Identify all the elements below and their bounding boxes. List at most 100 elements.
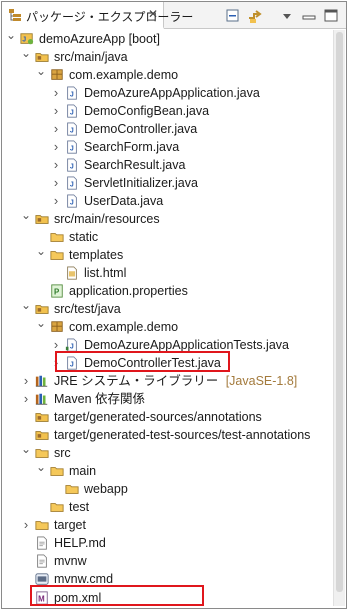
tree-item-label: SearchResult.java	[84, 158, 186, 172]
tree-item[interactable]: › J SearchForm.java	[2, 138, 332, 156]
expanded-arrow-icon[interactable]: ⌄	[21, 296, 31, 314]
tree-item[interactable]: ⌄ com.example.demo	[2, 316, 332, 336]
scrollbar-thumb[interactable]	[336, 32, 343, 592]
tree-item[interactable]: ⌄ com.example.demo	[2, 64, 332, 84]
collapse-all-icon[interactable]	[224, 7, 242, 25]
tree-item-label: src/test/java	[54, 302, 121, 316]
source-folder-icon	[35, 431, 49, 440]
package-icon	[51, 69, 63, 80]
tree-item[interactable]: ⌄ src/main/java	[2, 46, 332, 66]
collapsed-arrow-icon[interactable]: ›	[51, 84, 61, 102]
expanded-arrow-icon[interactable]: ⌄	[36, 314, 46, 332]
java-file-icon: J	[67, 158, 77, 172]
tree-item[interactable]: HELP.md	[2, 534, 332, 552]
text-file-icon	[37, 554, 47, 568]
tree-item[interactable]: list.html	[2, 264, 332, 282]
tree-item-label: DemoAzureAppApplication.java	[84, 86, 260, 100]
tree-item-label: DemoController.java	[84, 122, 198, 136]
close-icon[interactable]: ✕	[148, 7, 158, 21]
tree-item[interactable]: › J DemoConfigBean.java	[2, 102, 332, 120]
tree-item-label: src/main/resources	[54, 212, 160, 226]
expanded-arrow-icon[interactable]: ⌄	[21, 206, 31, 224]
folder-icon	[50, 467, 64, 476]
collapsed-arrow-icon[interactable]: ›	[21, 516, 31, 534]
view-menu-icon[interactable]	[278, 7, 296, 25]
java-file-icon: J	[67, 104, 77, 118]
tree-item[interactable]: ⌄ main	[2, 460, 332, 480]
expanded-arrow-icon[interactable]: ⌄	[6, 30, 16, 44]
tree-item[interactable]: › J DemoAzureAppApplication.java	[2, 84, 332, 102]
expanded-arrow-icon[interactable]: ⌄	[36, 458, 46, 476]
expanded-arrow-icon[interactable]: ⌄	[21, 440, 31, 458]
svg-text:J: J	[70, 344, 74, 351]
collapsed-arrow-icon[interactable]: ›	[21, 390, 31, 408]
tree-item[interactable]: ⌄ src/main/resources	[2, 208, 332, 228]
svg-text:J: J	[70, 200, 74, 207]
expanded-arrow-icon[interactable]: ⌄	[21, 44, 31, 62]
svg-text:J: J	[70, 92, 74, 99]
tree-item-label: DemoConfigBean.java	[84, 104, 210, 118]
library-icon	[35, 375, 48, 387]
tree-item-label: SearchForm.java	[84, 140, 180, 154]
tree-item-label: test	[69, 500, 90, 514]
expanded-arrow-icon[interactable]: ⌄	[36, 62, 46, 80]
tree-item-label: mvnw	[54, 554, 87, 568]
tree-item-label: list.html	[84, 266, 127, 280]
tree-item-label: webapp	[84, 482, 128, 496]
collapsed-arrow-icon[interactable]: ›	[21, 372, 31, 390]
tree-item-label: src/main/java	[54, 50, 128, 64]
tree-item[interactable]: › J SearchResult.java	[2, 156, 332, 174]
tree-item[interactable]: test	[2, 498, 332, 516]
tree-item[interactable]: ⌄ src	[2, 442, 332, 462]
library-icon	[35, 393, 48, 405]
tree-item[interactable]: › Maven 依存関係	[2, 390, 332, 408]
tree-item-label: HELP.md	[54, 536, 106, 550]
tree-item-label: target	[54, 518, 86, 532]
tree-item-label: com.example.demo	[69, 68, 179, 82]
tree-item-label: target/generated-test-sources/test-annot…	[54, 428, 311, 442]
minimize-icon[interactable]	[300, 7, 318, 25]
collapsed-arrow-icon[interactable]: ›	[51, 138, 61, 156]
link-with-editor-icon[interactable]	[247, 7, 265, 25]
java-file-icon: J	[67, 140, 77, 154]
collapsed-arrow-icon[interactable]: ›	[51, 102, 61, 120]
tree-item[interactable]: Papplication.properties	[2, 282, 332, 300]
tree-item[interactable]: ⌄ templates	[2, 244, 332, 264]
highlight-box	[55, 351, 230, 372]
vertical-scrollbar[interactable]	[333, 30, 345, 606]
java-file-icon: J	[67, 194, 77, 208]
tree-item[interactable]: › target	[2, 516, 332, 534]
tree-item[interactable]: static	[2, 228, 332, 246]
folder-icon	[65, 485, 79, 494]
folder-icon	[50, 233, 64, 242]
tree-item-label: ServletInitializer.java	[84, 176, 198, 190]
collapsed-arrow-icon[interactable]: ›	[51, 192, 61, 210]
svg-text:J: J	[70, 110, 74, 117]
tree-item[interactable]: › J UserData.java	[2, 192, 332, 210]
tree-item[interactable]: › JRE システム・ライブラリー [JavaSE-1.8]	[2, 372, 332, 390]
tree-item[interactable]: › J ServletInitializer.java	[2, 174, 332, 192]
tree-item-label: application.properties	[69, 284, 188, 298]
collapsed-arrow-icon[interactable]: ›	[51, 120, 61, 138]
tab-package-explorer[interactable]: パッケージ・エクスプローラー ✕	[2, 2, 193, 29]
tree-item[interactable]: target/generated-sources/annotations	[2, 408, 332, 426]
tree-item[interactable]: › J DemoController.java	[2, 120, 332, 138]
maximize-icon[interactable]	[322, 7, 340, 25]
source-folder-icon	[35, 215, 49, 224]
package-tree[interactable]: ⌄ JdemoAzureApp [boot] ⌄ src/main/java ⌄ com.…	[2, 30, 332, 606]
expanded-arrow-icon[interactable]: ⌄	[36, 242, 46, 260]
java-test-file-icon: J	[65, 338, 77, 352]
svg-text:P: P	[54, 288, 59, 297]
tree-item[interactable]: target/generated-test-sources/test-annot…	[2, 426, 332, 444]
tree-item[interactable]: ⌄ src/test/java	[2, 298, 332, 318]
tree-item[interactable]: webapp	[2, 480, 332, 498]
folder-icon	[50, 251, 64, 260]
source-folder-icon	[35, 413, 49, 422]
collapsed-arrow-icon[interactable]: ›	[51, 156, 61, 174]
tree-item[interactable]: mvnw	[2, 552, 332, 570]
text-file-icon	[37, 536, 47, 550]
tree-item-label: JRE システム・ライブラリー [JavaSE-1.8]	[54, 374, 298, 388]
collapsed-arrow-icon[interactable]: ›	[51, 174, 61, 192]
package-explorer-icon	[9, 9, 21, 21]
tree-item[interactable]: ⌄ JdemoAzureApp [boot]	[2, 30, 332, 48]
